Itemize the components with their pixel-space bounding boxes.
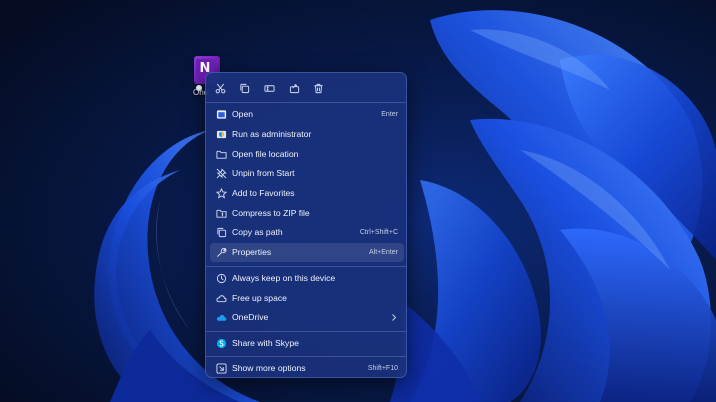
menu-item-label: Unpin from Start xyxy=(232,168,295,178)
app-window-icon xyxy=(216,109,227,120)
more-options-icon xyxy=(216,363,227,374)
delete-button[interactable] xyxy=(308,79,328,97)
menu-item-show-more-options[interactable]: Show more options Shift+F10 xyxy=(210,359,404,378)
menu-item-label: Always keep on this device xyxy=(232,273,336,283)
menu-separator xyxy=(206,356,406,357)
skype-icon xyxy=(216,338,227,349)
quick-actions-bar xyxy=(206,73,406,101)
menu-item-properties[interactable]: Properties Alt+Enter xyxy=(210,243,404,262)
menu-item-unpin-from-start[interactable]: Unpin from Start xyxy=(210,164,404,183)
cut-icon xyxy=(215,83,225,93)
menu-item-open-file-location[interactable]: Open file location xyxy=(210,145,404,164)
star-icon xyxy=(216,188,227,199)
zip-folder-icon xyxy=(216,208,227,219)
cloud-icon xyxy=(216,293,227,304)
menu-item-label: Free up space xyxy=(232,293,287,303)
rename-button[interactable] xyxy=(259,79,279,97)
menu-item-label: Compress to ZIP file xyxy=(232,208,310,218)
menu-item-shortcut: Enter xyxy=(381,111,398,118)
chevron-right-icon xyxy=(392,314,397,321)
cut-button[interactable] xyxy=(210,79,230,97)
menu-separator xyxy=(206,266,406,267)
menu-item-share-with-skype[interactable]: Share with Skype xyxy=(210,334,404,353)
menu-item-label: OneDrive xyxy=(232,312,269,322)
menu-item-shortcut: Alt+Enter xyxy=(369,249,398,256)
menu-item-label: Open file location xyxy=(232,149,299,159)
share-button[interactable] xyxy=(284,79,304,97)
menu-item-shortcut: Ctrl+Shift+C xyxy=(359,229,398,236)
copy-path-icon xyxy=(216,227,227,238)
menu-separator xyxy=(206,102,406,103)
menu-item-label: Share with Skype xyxy=(232,338,299,348)
menu-item-free-up-space[interactable]: Free up space xyxy=(210,289,404,308)
menu-item-label: Properties xyxy=(232,247,272,257)
folder-icon xyxy=(216,149,227,160)
menu-item-onedrive[interactable]: OneDrive xyxy=(210,308,404,327)
menu-item-open[interactable]: Open Enter xyxy=(210,105,404,124)
unpin-icon xyxy=(216,168,227,179)
menu-item-label: Open xyxy=(232,109,254,119)
menu-item-shortcut: Shift+F10 xyxy=(367,365,398,372)
menu-item-label: Add to Favorites xyxy=(232,188,295,198)
copy-button[interactable] xyxy=(234,79,254,97)
delete-icon xyxy=(313,83,323,93)
menu-item-run-as-administrator[interactable]: Run as administrator xyxy=(210,125,404,144)
admin-shield-icon xyxy=(216,129,227,140)
wrench-icon xyxy=(216,247,227,258)
menu-item-label: Run as administrator xyxy=(232,129,312,139)
menu-item-compress-to-zip[interactable]: Compress to ZIP file xyxy=(210,204,404,223)
cloud-sync-icon xyxy=(216,273,227,284)
menu-item-always-keep-on-device[interactable]: Always keep on this device xyxy=(210,269,404,288)
onedrive-icon xyxy=(216,312,227,323)
menu-item-label: Copy as path xyxy=(232,227,283,237)
menu-item-copy-as-path[interactable]: Copy as path Ctrl+Shift+C xyxy=(210,223,404,242)
context-menu: Open Enter Run as administrator Open fil… xyxy=(205,72,407,378)
menu-item-label: Show more options xyxy=(232,363,306,373)
menu-separator xyxy=(206,331,406,332)
share-icon xyxy=(289,83,299,93)
menu-item-add-to-favorites[interactable]: Add to Favorites xyxy=(210,184,404,203)
copy-icon xyxy=(239,83,249,93)
rename-icon xyxy=(263,84,275,92)
